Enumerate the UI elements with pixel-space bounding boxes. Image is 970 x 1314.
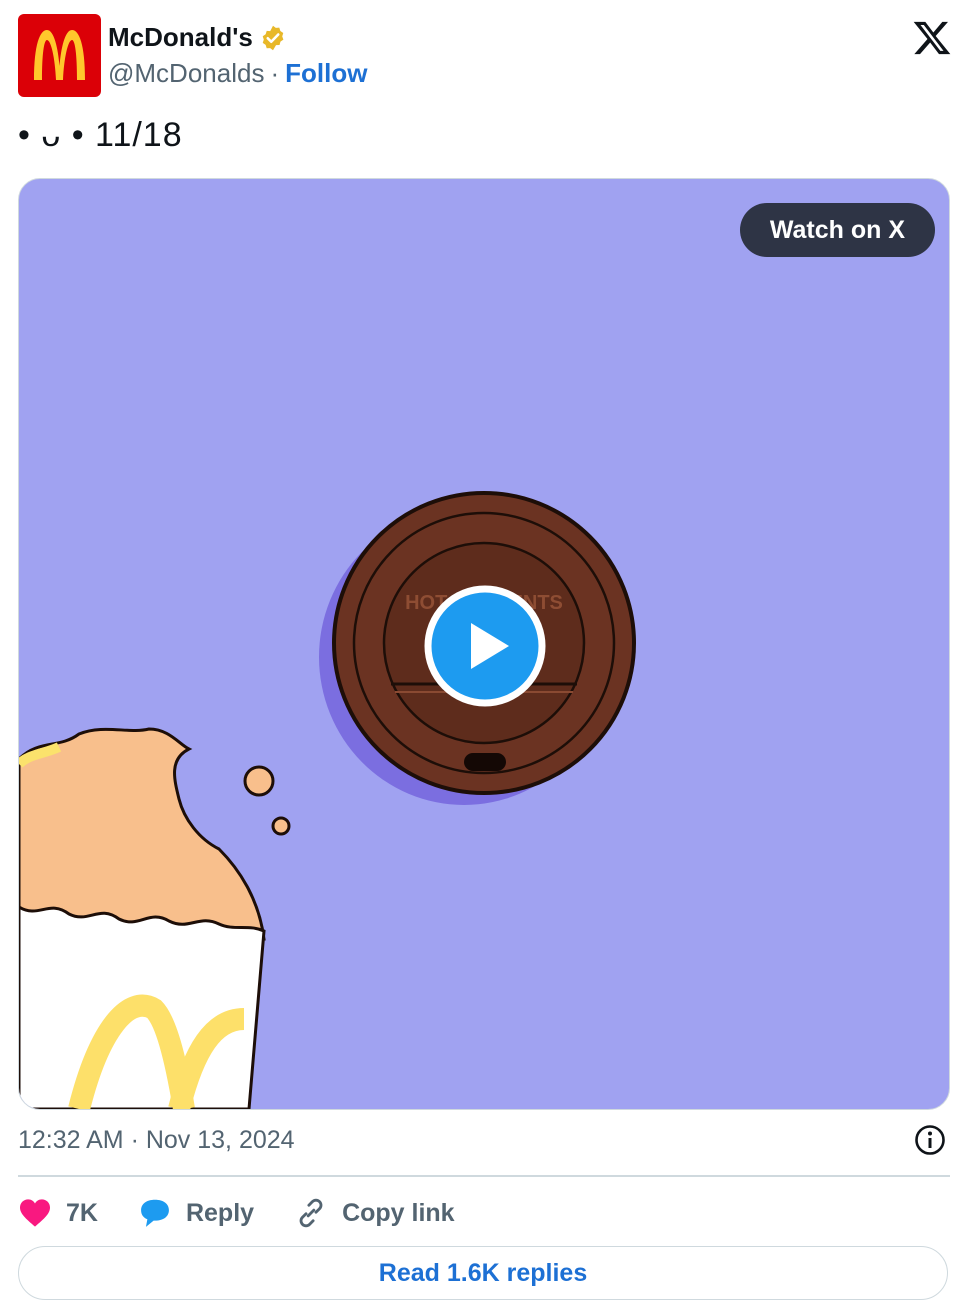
tweet-text: • ᴗ • 11/18 xyxy=(18,116,183,154)
x-logo-icon[interactable] xyxy=(912,18,952,58)
info-icon[interactable] xyxy=(914,1124,946,1156)
mcdonalds-logo-icon xyxy=(34,30,85,80)
verified-badge-icon xyxy=(262,25,284,50)
handle-separator: · xyxy=(270,58,280,88)
author-name-row: McDonald's xyxy=(108,22,287,53)
reply-label: Reply xyxy=(185,1198,255,1227)
reply-bubble-icon xyxy=(141,1199,169,1227)
heart-icon xyxy=(20,1199,50,1227)
watch-on-x-button[interactable]: Watch on X xyxy=(739,203,935,257)
tweet-meta: 12:32 AM · Nov 13, 2024 xyxy=(18,1124,948,1160)
tweet-timestamp[interactable]: 12:32 AM · Nov 13, 2024 xyxy=(18,1126,295,1155)
read-replies-button[interactable]: Read 1.6K replies xyxy=(18,1246,948,1300)
tweet-header: McDonald's @McDonalds · Follow xyxy=(18,14,952,98)
reply-button[interactable]: Reply xyxy=(138,1197,254,1229)
video-player[interactable]: HOT CONTENTS Watch on X xyxy=(18,178,950,1110)
avatar[interactable] xyxy=(18,14,101,97)
author-handle-row: @McDonalds · Follow xyxy=(108,58,367,89)
copy-link-button[interactable]: Copy link xyxy=(294,1196,455,1230)
crumb-icon xyxy=(243,765,275,797)
link-icon xyxy=(299,1198,323,1228)
play-icon[interactable] xyxy=(424,585,546,707)
like-button[interactable]: 7K xyxy=(18,1198,98,1228)
tweet-actions: 7K Reply Copy link xyxy=(18,1192,495,1234)
copy-link-label: Copy link xyxy=(342,1198,455,1227)
lid-sip-hole xyxy=(464,753,506,771)
crumb-icon xyxy=(271,816,291,836)
like-count: 7K xyxy=(66,1198,98,1227)
author-handle[interactable]: @McDonalds xyxy=(108,58,264,89)
divider xyxy=(18,1175,950,1177)
author-name[interactable]: McDonald's xyxy=(108,22,253,53)
follow-button[interactable]: Follow xyxy=(285,58,367,89)
